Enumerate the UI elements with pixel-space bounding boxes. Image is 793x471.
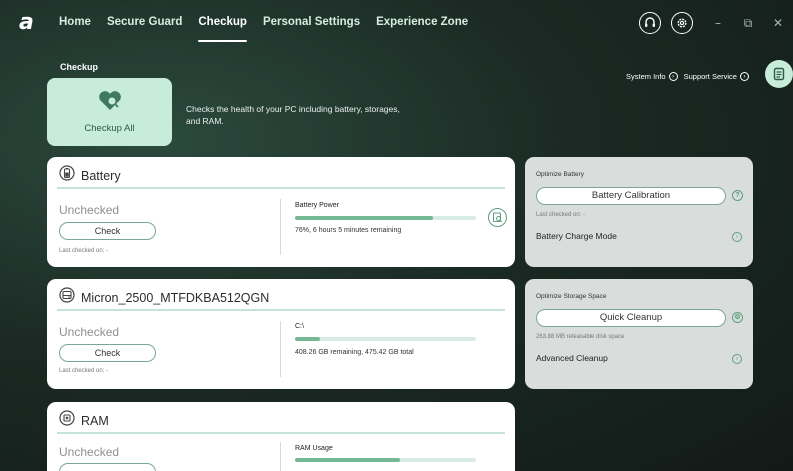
optimize-storage-panel: Optimize Storage Space Quick Cleanup ⚙ 2… [525, 279, 753, 389]
main-nav: Home Secure Guard Checkup Personal Setti… [59, 16, 484, 42]
restore-button[interactable]: ⧉ [733, 16, 763, 31]
divider [280, 199, 281, 255]
checkup-all-button[interactable]: Checkup All [47, 78, 172, 146]
header-links: System Info › Support Service › [626, 72, 755, 81]
system-info-link[interactable]: System Info › [626, 72, 678, 81]
storage-title-row: Micron_2500_MTFDKBA512QGN [59, 287, 269, 308]
disk-icon [59, 287, 75, 308]
ram-card: RAM Unchecked RAM Usage [47, 402, 515, 471]
ram-progress-fill [295, 458, 400, 462]
quick-cleanup-button[interactable]: Quick Cleanup [536, 309, 726, 327]
close-button[interactable]: ✕ [763, 16, 793, 30]
ram-title: RAM [81, 413, 109, 428]
nav-checkup[interactable]: Checkup [198, 16, 247, 42]
advanced-cleanup-link[interactable]: Advanced Cleanup [536, 353, 608, 363]
battery-power-label: Battery Power [295, 202, 339, 209]
report-icon[interactable] [765, 60, 793, 88]
headset-icon[interactable] [639, 12, 661, 34]
releasable-space-text: 263.88 MB releasable disk space [536, 334, 625, 340]
ram-progress-bar [295, 458, 476, 462]
battery-card: Battery Unchecked Check Last checked on:… [47, 157, 515, 267]
chevron-right-icon[interactable]: › [732, 232, 742, 242]
ram-check-button[interactable] [59, 463, 156, 471]
storage-status: Unchecked [59, 325, 120, 339]
ram-usage-label: RAM Usage [295, 445, 333, 452]
nav-experience-zone[interactable]: Experience Zone [376, 16, 468, 28]
divider [280, 442, 281, 471]
help-icon[interactable]: ? [732, 190, 743, 201]
optimize-storage-title: Optimize Storage Space [536, 293, 607, 300]
page-title: Checkup [60, 62, 99, 72]
divider [280, 321, 281, 377]
chevron-right-icon[interactable]: › [732, 354, 742, 364]
storage-detail: 408.26 GB remaining, 475.42 GB total [295, 349, 414, 356]
storage-last-checked: Last checked on: - [59, 368, 109, 374]
gear-icon[interactable] [671, 12, 693, 34]
chip-icon [59, 410, 75, 431]
storage-progress-bar [295, 337, 476, 341]
checkup-all-label: Checkup All [84, 123, 135, 134]
chevron-right-icon: › [668, 72, 678, 81]
battery-title-row: Battery [59, 165, 121, 186]
storage-check-button[interactable]: Check [59, 344, 156, 362]
minimize-button[interactable]: – [703, 16, 733, 30]
support-service-link[interactable]: Support Service › [684, 72, 749, 81]
battery-check-button[interactable]: Check [59, 222, 156, 240]
divider [57, 187, 505, 189]
drive-label: C:\ [295, 323, 304, 330]
battery-calibration-button[interactable]: Battery Calibration [536, 187, 726, 205]
nav-secure-guard[interactable]: Secure Guard [107, 16, 182, 28]
heart-search-icon [97, 90, 123, 117]
app-logo: a [19, 10, 34, 35]
battery-detail: 76%, 6 hours 5 minutes remaining [295, 227, 402, 234]
chevron-right-icon: › [739, 72, 749, 81]
battery-progress-fill [295, 216, 433, 220]
checkup-description: Checks the health of your PC including b… [186, 104, 400, 126]
top-bar: a Home Secure Guard Checkup Personal Set… [0, 0, 793, 46]
nav-home[interactable]: Home [59, 16, 91, 28]
support-service-label: Support Service [683, 72, 737, 81]
storage-progress-fill [295, 337, 321, 341]
ram-status: Unchecked [59, 445, 120, 459]
ram-title-row: RAM [59, 410, 109, 431]
storage-title: Micron_2500_MTFDKBA512QGN [81, 290, 270, 305]
battery-details-icon[interactable] [488, 208, 507, 227]
battery-charge-mode-link[interactable]: Battery Charge Mode [536, 231, 617, 241]
battery-last-checked: Last checked on: - [59, 248, 109, 254]
optimize-battery-last-checked: Last checked on: - [536, 212, 586, 218]
divider [57, 309, 505, 311]
battery-title: Battery [81, 168, 121, 183]
battery-icon [59, 165, 75, 186]
battery-progress-bar [295, 216, 476, 220]
divider [57, 432, 505, 434]
optimize-battery-title: Optimize Battery [536, 171, 585, 178]
gear-icon[interactable]: ⚙ [732, 312, 743, 323]
storage-card: Micron_2500_MTFDKBA512QGN Unchecked Chec… [47, 279, 515, 389]
top-right-controls: – ⧉ ✕ [639, 10, 793, 36]
battery-status: Unchecked [59, 203, 120, 217]
system-info-label: System Info [626, 72, 666, 81]
nav-personal-settings[interactable]: Personal Settings [263, 16, 360, 28]
optimize-battery-panel: Optimize Battery Battery Calibration ? L… [525, 157, 753, 267]
